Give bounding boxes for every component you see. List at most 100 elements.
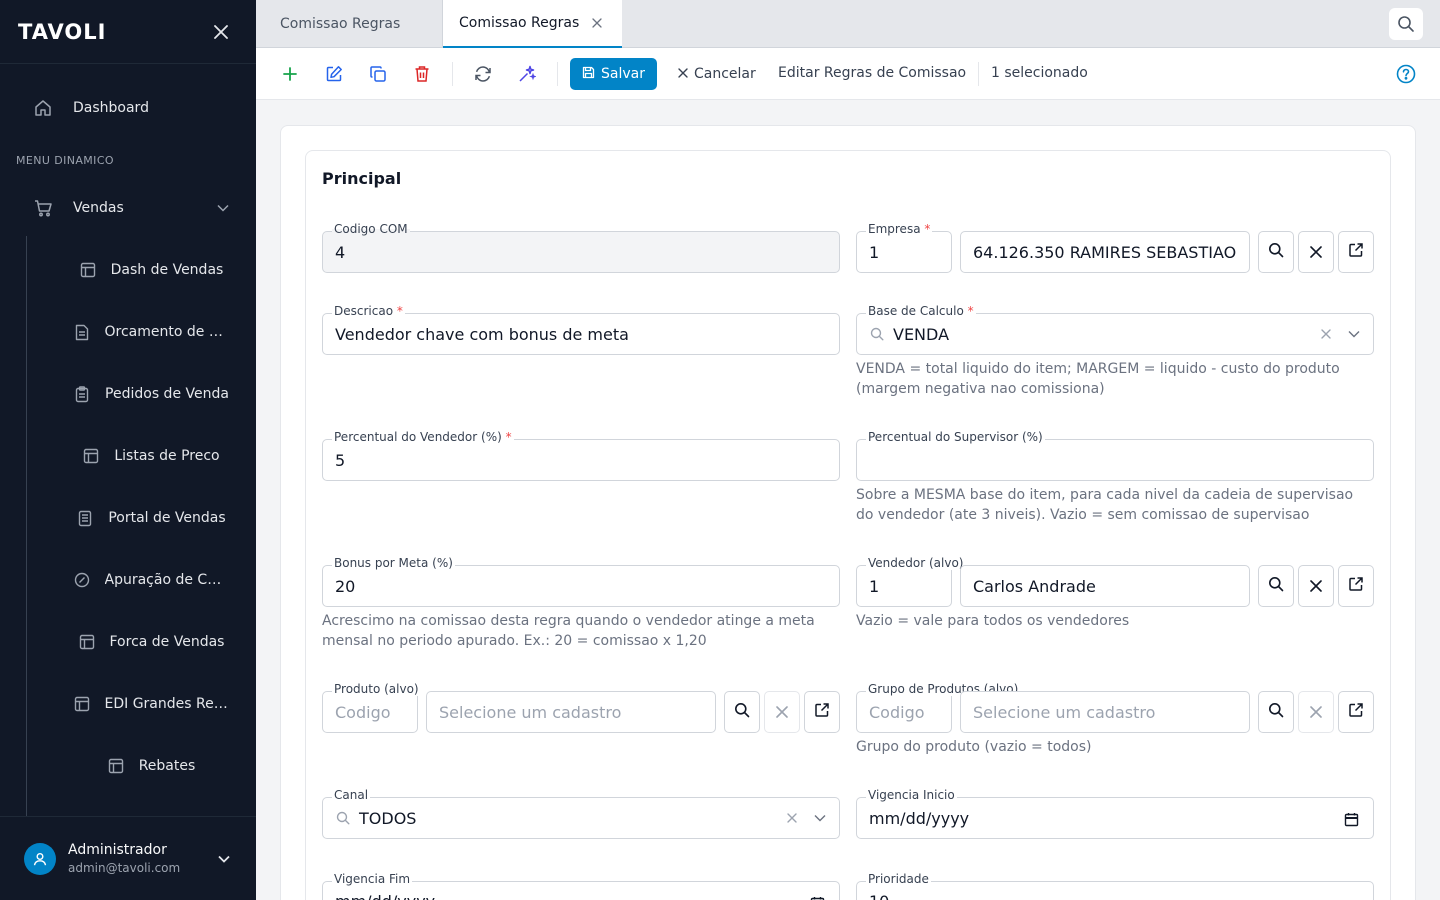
external-link-icon [1348, 576, 1364, 596]
page-title: Editar Regras de Comissao [778, 65, 967, 81]
vendedor-label: Vendedor (alvo) [866, 556, 966, 570]
copy-button[interactable] [366, 62, 390, 86]
vendedor-code-input[interactable]: 1 [856, 565, 952, 607]
vendedor-open-button[interactable] [1338, 565, 1374, 607]
calendar-icon[interactable] [1343, 811, 1359, 827]
search-icon [869, 326, 885, 342]
edit-button[interactable] [322, 62, 346, 86]
empresa-clear-button[interactable] [1298, 231, 1334, 273]
sidebar-item-label: Pedidos de Venda [105, 386, 229, 402]
external-link-icon [1348, 242, 1364, 262]
clear-icon[interactable] [1319, 327, 1333, 341]
sidebar-item-portal-vendas[interactable]: Portal de Vendas [56, 498, 246, 538]
prioridade-input[interactable]: 10 [856, 881, 1374, 900]
bonus-meta-input[interactable]: 20 [322, 565, 840, 607]
sidebar-item-dashboard[interactable]: Dashboard [0, 88, 256, 128]
empresa-search-button[interactable] [1258, 231, 1294, 273]
calendar-icon[interactable] [809, 895, 825, 900]
table-icon [79, 261, 97, 279]
vendedor-clear-button[interactable] [1298, 565, 1334, 607]
sidebar-item-forca-vendas[interactable]: Forca de Vendas [56, 622, 246, 662]
perc-vendedor-label: Percentual do Vendedor (%) * [332, 430, 514, 444]
help-line: VENDA = total liquido do item; MARGEM = … [856, 361, 1340, 377]
grupo-open-button[interactable] [1338, 691, 1374, 733]
refresh-button[interactable] [471, 62, 495, 86]
descricao-label-text: Descricao [334, 304, 394, 318]
sidebar-header: TAVOLI [0, 0, 256, 64]
sidebar-item-apuracao[interactable]: Apuração de Comissao [56, 560, 246, 600]
grupo-clear-button[interactable] [1298, 691, 1334, 733]
chevron-down-icon [214, 199, 232, 217]
delete-button[interactable] [410, 62, 434, 86]
produto-label: Produto (alvo) [332, 682, 421, 696]
chevron-down-icon[interactable] [813, 811, 827, 825]
base-calculo-select[interactable]: VENDA [856, 313, 1374, 355]
empresa-open-button[interactable] [1338, 231, 1374, 273]
close-icon[interactable] [210, 21, 232, 43]
gauge-icon [73, 571, 91, 589]
canal-select[interactable]: TODOS [322, 797, 840, 839]
base-calculo-label-text: Base de Calculo [868, 304, 964, 318]
required-marker: * [396, 304, 403, 318]
help-line: mensal no periodo apurado. Ex.: 20 = com… [322, 633, 707, 649]
codigo-value: 4 [335, 242, 346, 262]
empresa-code-input[interactable]: 1 [856, 231, 952, 273]
produto-code-input[interactable]: Codigo [322, 691, 418, 733]
sidebar-item-orcamento[interactable]: Orcamento de Vendas [56, 312, 246, 352]
vendedor-search-button[interactable] [1258, 565, 1294, 607]
empresa-name-input[interactable]: 64.126.350 RAMIRES SEBASTIAO [960, 231, 1250, 273]
grupo-help: Grupo do produto (vazio = todos) [856, 739, 1092, 755]
home-icon [33, 98, 53, 118]
search-icon[interactable] [1389, 8, 1423, 40]
close-tab-icon[interactable] [590, 16, 604, 30]
tab-comissao-regras-1[interactable]: Comissao Regras [256, 0, 443, 48]
vigencia-inicio-value: mm/dd/yyyy [869, 808, 970, 828]
user-email: admin@tavoli.com [68, 861, 181, 875]
clear-icon[interactable] [785, 811, 799, 825]
vendedor-name-input[interactable]: Carlos Andrade [960, 565, 1250, 607]
grupo-search-button[interactable] [1258, 691, 1294, 733]
clipboard-icon [73, 385, 91, 403]
canal-value: TODOS [359, 808, 417, 828]
sidebar-item-label: Orcamento de Vendas [104, 324, 230, 340]
sidebar-item-dash-vendas[interactable]: Dash de Vendas [56, 250, 246, 290]
sidebar-group-vendas[interactable]: Vendas [0, 188, 256, 228]
vendedor-name-value: Carlos Andrade [973, 576, 1096, 596]
sidebar-item-listas-preco[interactable]: Listas de Preco [56, 436, 246, 476]
selection-count: 1 selecionado [991, 65, 1088, 81]
save-button[interactable]: Salvar [570, 58, 657, 90]
magic-button[interactable] [515, 62, 539, 86]
grupo-name-input[interactable]: Selecione um cadastro [960, 691, 1250, 733]
add-button[interactable] [278, 62, 302, 86]
grupo-code-placeholder: Codigo [869, 702, 925, 722]
help-icon[interactable] [1396, 64, 1416, 84]
empresa-label: Empresa * [866, 222, 933, 236]
sidebar-item-label: Apuração de Comissao [104, 572, 230, 588]
sidebar-item-pedidos[interactable]: Pedidos de Venda [56, 374, 246, 414]
prioridade-label: Prioridade [866, 872, 931, 886]
produto-clear-button[interactable] [764, 691, 800, 733]
sidebar-item-edi[interactable]: EDI Grandes Redes [56, 684, 246, 724]
chevron-down-icon[interactable] [1347, 327, 1361, 341]
chevron-down-icon[interactable] [215, 850, 233, 868]
descricao-input[interactable]: Vendedor chave com bonus de meta [322, 313, 840, 355]
cancel-button[interactable]: Cancelar [678, 64, 756, 84]
user-panel[interactable]: Administrador admin@tavoli.com [0, 816, 256, 900]
perc-supervisor-input[interactable] [856, 439, 1374, 481]
sidebar-item-rebates[interactable]: Rebates [56, 746, 246, 786]
produto-search-button[interactable] [724, 691, 760, 733]
sidebar-section-title: MENU DINAMICO [16, 154, 114, 167]
tab-comissao-regras-2[interactable]: Comissao Regras [443, 0, 622, 48]
help-line: (margem negativa nao comissiona) [856, 381, 1105, 397]
base-calculo-label: Base de Calculo * [866, 304, 976, 318]
produto-open-button[interactable] [804, 691, 840, 733]
produto-name-input[interactable]: Selecione um cadastro [426, 691, 716, 733]
close-icon [1310, 577, 1322, 596]
grupo-code-input[interactable]: Codigo [856, 691, 952, 733]
vigencia-inicio-input[interactable]: mm/dd/yyyy [856, 797, 1374, 839]
table-icon [107, 757, 125, 775]
toolbar: Salvar Cancelar Editar Regras de Comissa… [256, 48, 1440, 100]
table-icon [78, 633, 96, 651]
required-marker: * [967, 304, 974, 318]
perc-vendedor-input[interactable]: 5 [322, 439, 840, 481]
